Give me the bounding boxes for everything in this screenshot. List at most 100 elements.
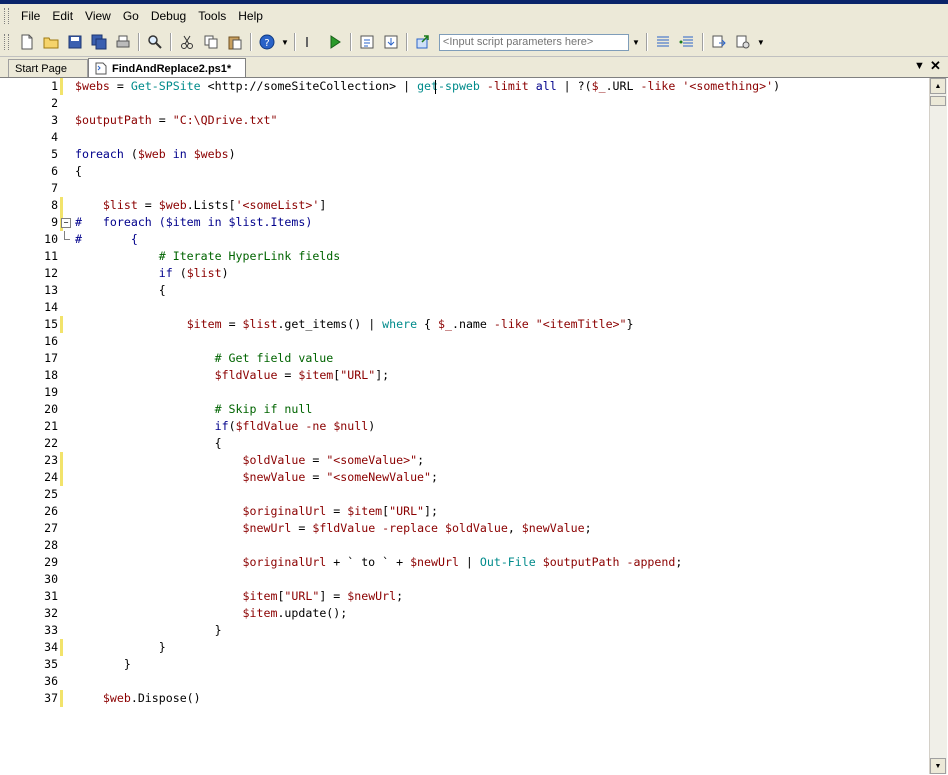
code-line[interactable]: 24 $newValue = "<someNewValue"; (0, 469, 930, 486)
menu-edit[interactable]: Edit (46, 9, 79, 23)
code-line[interactable]: 36 (0, 673, 930, 690)
code-line[interactable]: 28 (0, 537, 930, 554)
collapse-region-icon[interactable]: − (61, 218, 71, 228)
run-button[interactable] (324, 31, 346, 53)
new-file-button[interactable] (16, 31, 38, 53)
find-button[interactable] (144, 31, 166, 53)
code-line[interactable]: 12 if ($list) (0, 265, 930, 282)
printer-icon (116, 35, 130, 48)
save-all-icon (91, 34, 107, 50)
code-text: $fldValue = $item["URL"]; (214, 368, 390, 382)
toolbar-separator (293, 33, 296, 51)
code-line[interactable]: 7 (0, 180, 930, 197)
cut-button[interactable] (176, 31, 198, 53)
menu-grip[interactable] (4, 8, 9, 24)
open-file-button[interactable] (40, 31, 62, 53)
script-parameters-input[interactable] (438, 33, 629, 51)
code-line[interactable]: 29 $originalUrl + ` to ` + $newUrl | Out… (0, 554, 930, 571)
menu-help[interactable]: Help (232, 9, 269, 23)
settings-button[interactable] (732, 31, 754, 53)
menu-tools[interactable]: Tools (192, 9, 232, 23)
code-line[interactable]: 17 # Get field value (0, 350, 930, 367)
modified-line-marker (60, 469, 63, 486)
code-line[interactable]: 19 (0, 384, 930, 401)
line-number: 9 (51, 215, 58, 229)
code-line[interactable]: 1 $webs = Get-SPSite <http://someSiteColl… (0, 78, 930, 95)
vertical-scrollbar[interactable]: ▲ ▼ (929, 78, 947, 774)
toolbar-grip[interactable] (4, 34, 9, 50)
tab-start-page[interactable]: Start Page (8, 59, 88, 77)
settings-dropdown-icon[interactable]: ▼ (757, 38, 765, 47)
code-editor[interactable]: 1 $webs = Get-SPSite <http://someSiteColl… (0, 77, 948, 775)
code-line[interactable]: 11 # Iterate HyperLink fields (0, 248, 930, 265)
code-line[interactable]: 9− # foreach ($item in $list.Items) (0, 214, 930, 231)
help-button[interactable]: ? (256, 31, 278, 53)
menu-debug[interactable]: Debug (145, 9, 192, 23)
code-text: if($fldValue -ne $null) (214, 419, 376, 433)
code-line[interactable]: 14 (0, 299, 930, 316)
code-line[interactable]: 22 { (0, 435, 930, 452)
help-dropdown-icon[interactable]: ▼ (281, 38, 289, 47)
code-line[interactable]: 34 } (0, 639, 930, 656)
code-line[interactable]: 25 (0, 486, 930, 503)
save-all-button[interactable] (88, 31, 110, 53)
menu-view[interactable]: View (79, 9, 117, 23)
paste-button[interactable] (224, 31, 246, 53)
step-into-button[interactable] (380, 31, 402, 53)
code-line[interactable]: 10 # { (0, 231, 930, 248)
code-line[interactable]: 16 (0, 333, 930, 350)
code-text: { (75, 283, 166, 297)
save-button[interactable] (64, 31, 86, 53)
scissors-icon (181, 35, 193, 49)
code-line[interactable]: 26 $originalUrl = $item["URL"]; (0, 503, 930, 520)
list-button[interactable] (652, 31, 674, 53)
copy-button[interactable] (200, 31, 222, 53)
scroll-up-icon[interactable]: ▲ (930, 78, 946, 94)
run-script-button[interactable] (412, 31, 434, 53)
modified-line-marker (60, 197, 63, 214)
menu-go[interactable]: Go (117, 9, 145, 23)
code-line[interactable]: 18 $fldValue = $item["URL"]; (0, 367, 930, 384)
code-line[interactable]: 6{ (0, 163, 930, 180)
close-tab-icon[interactable]: ✕ (930, 58, 941, 74)
code-line[interactable]: 15 $item = $list.get_items() | where { $… (0, 316, 930, 333)
toolbar-separator (405, 33, 408, 51)
main-toolbar: ? ▼ ▼ ▼ (0, 28, 948, 57)
code-line[interactable]: 23 $oldValue = "<someValue>"; (0, 452, 930, 469)
magnifier-icon (148, 35, 162, 49)
tab-list-dropdown-icon[interactable]: ▼ (914, 60, 925, 72)
code-text: foreach ($web in $webs) (75, 147, 236, 161)
code-line[interactable]: 37 $web.Dispose() (0, 690, 930, 707)
code-line[interactable]: 31 $item["URL"] = $newUrl; (0, 588, 930, 605)
tab-findandreplace2[interactable]: FindAndReplace2.ps1* (88, 58, 246, 78)
modified-line-marker (60, 78, 63, 95)
export-button[interactable] (708, 31, 730, 53)
code-line[interactable]: 13 { (0, 282, 930, 299)
code-text: $oldValue = "<someValue>"; (242, 453, 425, 467)
code-line[interactable]: 32 $item.update(); (0, 605, 930, 622)
code-line[interactable]: 27 $newUrl = $fldValue -replace $oldValu… (0, 520, 930, 537)
code-line[interactable]: 5 foreach ($web in $webs) (0, 146, 930, 163)
scroll-thumb[interactable] (930, 96, 946, 106)
code-line[interactable]: 20 # Skip if null (0, 401, 930, 418)
line-number: 21 (44, 419, 58, 433)
code-line[interactable]: 4 (0, 129, 930, 146)
print-button[interactable] (112, 31, 134, 53)
code-line[interactable]: 30 (0, 571, 930, 588)
code-line[interactable]: 8 $list = $web.Lists['<someList>'] (0, 197, 930, 214)
line-number: 3 (51, 113, 58, 127)
export-icon (712, 35, 726, 48)
line-number: 34 (44, 640, 58, 654)
menu-file[interactable]: File (15, 9, 46, 23)
parameters-dropdown-icon[interactable]: ▼ (629, 34, 643, 51)
code-line[interactable]: 35 } (0, 656, 930, 673)
code-line[interactable]: 33 } (0, 622, 930, 639)
save-icon (68, 35, 82, 49)
debug-button[interactable] (356, 31, 378, 53)
scroll-down-icon[interactable]: ▼ (930, 758, 946, 774)
code-line[interactable]: 3 $outputPath = "C:\QDrive.txt" (0, 112, 930, 129)
comment-button[interactable] (676, 31, 698, 53)
code-line[interactable]: 2 (0, 95, 930, 112)
step-button[interactable] (300, 31, 322, 53)
code-line[interactable]: 21 if($fldValue -ne $null) (0, 418, 930, 435)
